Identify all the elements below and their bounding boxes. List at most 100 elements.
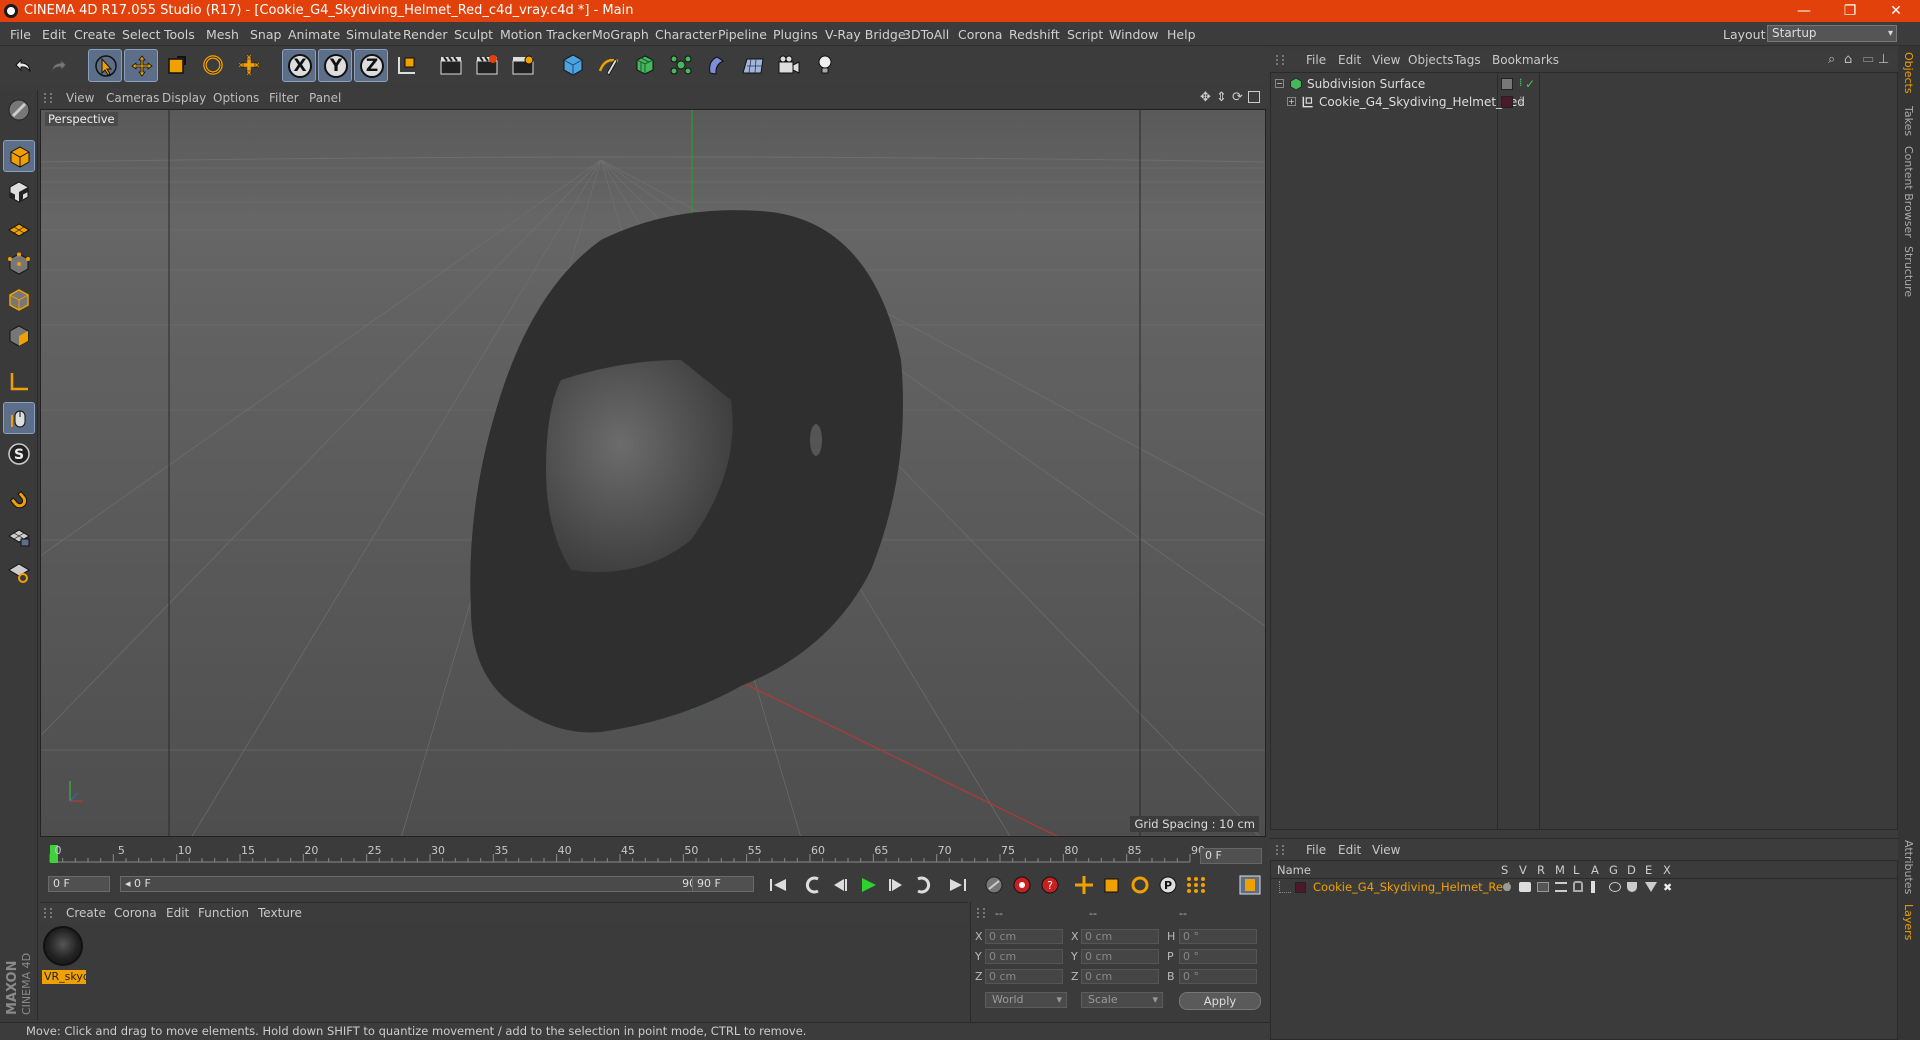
menu-file[interactable]: File — [10, 27, 31, 42]
redo-button[interactable] — [42, 49, 76, 82]
scale-tool-button[interactable] — [160, 49, 194, 82]
autokeying-icon[interactable]: ? — [1038, 875, 1062, 895]
object-menu-edit[interactable]: Edit — [1338, 53, 1361, 67]
menu-simulate[interactable]: Simulate — [346, 27, 401, 42]
solo-dot-icon[interactable] — [1503, 883, 1511, 891]
layer-menu-edit[interactable]: Edit — [1338, 843, 1361, 857]
viewport-menu-panel[interactable]: Panel — [309, 91, 341, 105]
make-editable-button[interactable] — [3, 94, 35, 126]
workplane-mode-button[interactable] — [3, 212, 35, 244]
perspective-viewport[interactable]: Perspective Grid Spacing : 10 cm — [40, 109, 1266, 837]
menu-plugins[interactable]: Plugins — [773, 27, 818, 42]
go-to-end-icon[interactable] — [946, 875, 970, 895]
tab-layers[interactable]: Layers — [1902, 904, 1915, 940]
x-axis-lock-button[interactable]: X — [282, 49, 316, 82]
menu-corona[interactable]: Corona — [958, 27, 1002, 42]
render-settings-button[interactable] — [506, 49, 540, 82]
z-axis-lock-button[interactable]: Z — [354, 49, 388, 82]
snap-button[interactable] — [3, 484, 35, 516]
menu-mesh[interactable]: Mesh — [206, 27, 239, 42]
end-frame-field[interactable]: 90 F — [692, 876, 754, 892]
spline-pen-button[interactable] — [592, 49, 626, 82]
object-menu-file[interactable]: File — [1306, 53, 1326, 67]
visibility-dots-icon[interactable]: ⁞ — [1519, 92, 1523, 110]
light-button[interactable] — [808, 49, 842, 82]
xref-icon[interactable]: ✖ — [1663, 882, 1675, 894]
undo-button[interactable] — [6, 49, 40, 82]
subdivision-surface-button[interactable] — [628, 49, 662, 82]
expressions-icon[interactable] — [1645, 882, 1657, 892]
key-position-icon[interactable] — [1072, 875, 1096, 895]
menu-create[interactable]: Create — [74, 27, 116, 42]
close-button[interactable]: ✕ — [1876, 0, 1916, 22]
current-frame-field[interactable]: 0 F — [1200, 848, 1262, 864]
animation-icon[interactable] — [1591, 881, 1595, 893]
camera-button[interactable] — [772, 49, 806, 82]
material-menu-edit[interactable]: Edit — [166, 906, 189, 920]
layer-tag-icon[interactable] — [1501, 78, 1513, 90]
layer-col-solo[interactable]: S — [1501, 863, 1508, 877]
layout-dropdown[interactable]: Startup ▾ — [1767, 25, 1897, 42]
edges-mode-button[interactable] — [3, 284, 35, 316]
search-icon[interactable]: ⌕ — [1828, 52, 1835, 67]
menu-vray-bridge[interactable]: V-Ray Bridge — [825, 27, 906, 42]
maximize-button[interactable]: ❐ — [1830, 0, 1870, 22]
tab-content-browser[interactable]: Content Browser — [1902, 146, 1915, 238]
deformer-button[interactable] — [700, 49, 734, 82]
object-menu-objects[interactable]: Objects — [1408, 53, 1453, 67]
layer-col-render[interactable]: R — [1537, 863, 1545, 877]
layer-col-generators[interactable]: G — [1609, 863, 1618, 877]
position-y-field[interactable]: 0 cm — [985, 949, 1063, 964]
collapse-toggle-icon[interactable]: − — [1275, 79, 1284, 88]
texture-mode-button[interactable] — [3, 176, 35, 208]
model-mode-button[interactable] — [3, 140, 35, 172]
tab-attributes[interactable]: Attributes — [1902, 840, 1915, 894]
start-frame-field[interactable]: 0 F — [48, 876, 110, 892]
tab-takes[interactable]: Takes — [1902, 106, 1915, 136]
polygons-mode-button[interactable] — [3, 320, 35, 352]
layer-color-icon[interactable] — [1501, 96, 1513, 108]
locked-workplane-button[interactable] — [3, 520, 35, 552]
layer-col-xref[interactable]: X — [1663, 863, 1671, 877]
layer-col-locked[interactable]: L — [1573, 863, 1579, 877]
points-mode-button[interactable] — [3, 248, 35, 280]
tab-structure[interactable]: Structure — [1902, 246, 1915, 297]
viewport-menu-cameras[interactable]: Cameras — [106, 91, 159, 105]
position-z-field[interactable]: 0 cm — [985, 969, 1063, 984]
viewport-maximize-icon[interactable] — [1248, 91, 1260, 103]
menu-motion-tracker[interactable]: Motion Tracker — [500, 27, 591, 42]
object-row-subdivision-surface[interactable]: − Subdivision Surface ⁞ ✓ — [1271, 75, 1898, 93]
menu-render[interactable]: Render — [403, 27, 448, 42]
material-menu-create[interactable]: Create — [66, 906, 106, 920]
menu-tools[interactable]: Tools — [164, 27, 195, 42]
rotation-b-field[interactable]: 0 ° — [1179, 969, 1257, 984]
layer-menu-file[interactable]: File — [1306, 843, 1326, 857]
viewport-menu-filter[interactable]: Filter — [269, 91, 299, 105]
home-icon[interactable]: ⌂ — [1844, 52, 1852, 67]
size-y-field[interactable]: 0 cm — [1081, 949, 1159, 964]
render-view-button[interactable] — [434, 49, 468, 82]
rotation-p-field[interactable]: 0 ° — [1179, 949, 1257, 964]
new-window-icon[interactable]: ▭ — [1862, 52, 1874, 67]
move-tool-button[interactable] — [124, 49, 158, 82]
next-frame-icon[interactable] — [884, 875, 908, 895]
floor-button[interactable] — [736, 49, 770, 82]
layer-col-view[interactable]: V — [1519, 863, 1527, 877]
key-rotation-icon[interactable] — [1128, 875, 1152, 895]
object-menu-tags[interactable]: Tags — [1454, 53, 1481, 67]
material-menu-corona[interactable]: Corona — [114, 906, 157, 920]
visibility-dots-icon[interactable]: ⁞ — [1519, 74, 1523, 92]
live-selection-button[interactable] — [88, 49, 122, 82]
key-parameter-icon[interactable]: P — [1156, 875, 1180, 895]
layer-menu-view[interactable]: View — [1372, 843, 1400, 857]
cube-object-button[interactable] — [556, 49, 590, 82]
previous-key-icon[interactable] — [800, 875, 824, 895]
menu-sculpt[interactable]: Sculpt — [454, 27, 493, 42]
object-menu-bookmarks[interactable]: Bookmarks — [1492, 53, 1559, 67]
play-icon[interactable] — [856, 875, 880, 895]
menu-snap[interactable]: Snap — [250, 27, 281, 42]
menu-character[interactable]: Character — [655, 27, 717, 42]
size-z-field[interactable]: 0 cm — [1081, 969, 1159, 984]
next-key-icon[interactable] — [912, 875, 936, 895]
planar-workplane-button[interactable] — [3, 556, 35, 588]
